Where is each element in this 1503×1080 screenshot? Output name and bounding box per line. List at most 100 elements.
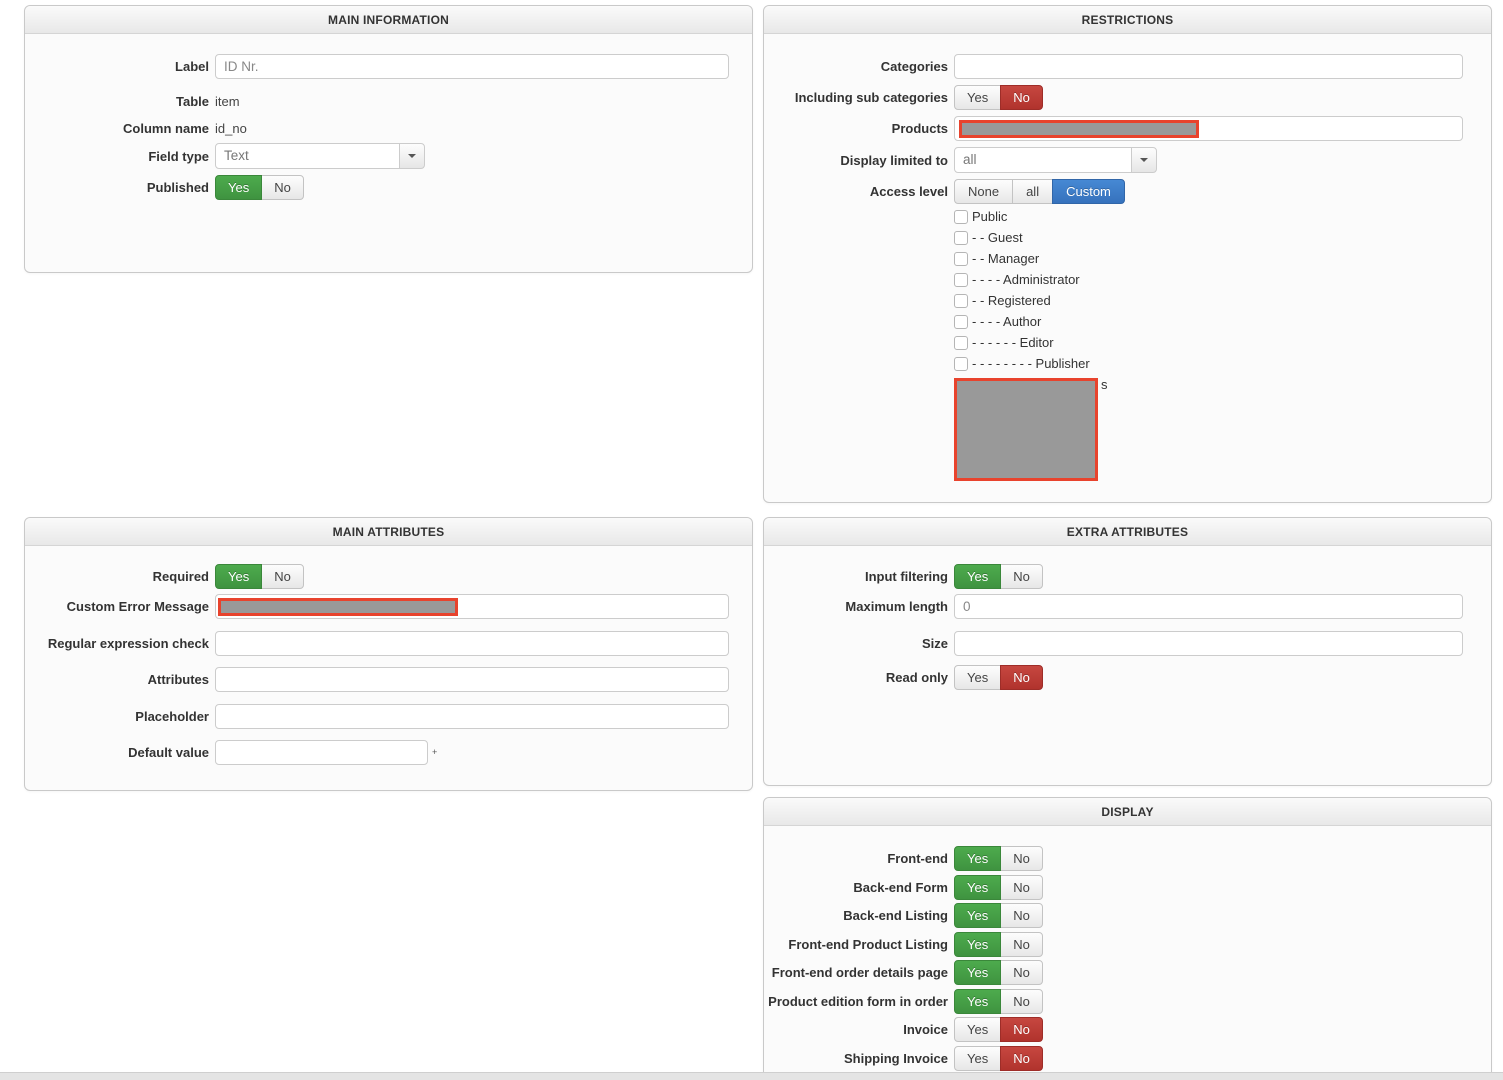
products-row: Products xyxy=(764,116,1491,141)
shipping-invoice-field-label: Shipping Invoice xyxy=(843,1050,948,1066)
products-input[interactable] xyxy=(954,116,1463,141)
maximum-length-row: Maximum length 0 xyxy=(764,594,1491,619)
front-end-product-listing-no-button[interactable]: No xyxy=(1000,931,1043,957)
display-panel: DISPLAY Front-end Yes No Back-end Form Y… xyxy=(763,797,1492,1080)
read-only-toggle: Yes No xyxy=(954,665,1043,690)
attributes-row: Attributes xyxy=(25,667,752,692)
checkbox[interactable] xyxy=(954,251,968,266)
restrictions-panel: RESTRICTIONS Categories Including sub ca… xyxy=(763,5,1492,503)
checkbox[interactable] xyxy=(954,293,968,308)
including-sub-categories-yes-button[interactable]: Yes xyxy=(954,85,1002,110)
access-level-option-editor[interactable]: - - - - - - Editor xyxy=(954,332,1491,353)
including-sub-categories-no-button[interactable]: No xyxy=(1000,85,1043,110)
checkbox[interactable] xyxy=(954,230,968,245)
display-limited-to-select: all xyxy=(954,147,1157,173)
access-level-option-publisher[interactable]: - - - - - - - - Publisher xyxy=(954,353,1491,374)
invoice-yes-button[interactable]: Yes xyxy=(954,1017,1002,1042)
maximum-length-input[interactable]: 0 xyxy=(954,594,1463,619)
front-end-no-button[interactable]: No xyxy=(1000,846,1043,871)
back-end-listing-row: Back-end Listing Yes No xyxy=(764,903,1491,928)
checkbox[interactable] xyxy=(954,314,968,329)
read-only-no-button[interactable]: No xyxy=(1000,665,1043,690)
access-level-none-button[interactable]: None xyxy=(954,179,1014,204)
default-value-input[interactable] xyxy=(215,740,428,765)
published-row: Published Yes No xyxy=(25,175,752,200)
front-end-product-listing-yes-button[interactable]: Yes xyxy=(954,931,1002,957)
label-row: Label ID Nr. xyxy=(25,54,752,79)
panel-title: RESTRICTIONS xyxy=(764,6,1491,34)
input-filtering-yes-button[interactable]: Yes xyxy=(954,564,1002,589)
invoice-no-button[interactable]: No xyxy=(1000,1017,1043,1042)
front-end-order-details-page-toggle: Yes No xyxy=(954,960,1043,985)
checkbox[interactable] xyxy=(954,335,968,350)
front-end-order-details-page-no-button[interactable]: No xyxy=(1000,960,1043,985)
read-only-field-label: Read only xyxy=(885,670,948,685)
access-level-field-label: Access level xyxy=(869,184,948,199)
categories-row: Categories xyxy=(764,54,1491,79)
shipping-invoice-yes-button[interactable]: Yes xyxy=(954,1045,1002,1071)
product-edition-form-in-order-no-button[interactable]: No xyxy=(1000,988,1043,1014)
attributes-field-label: Attributes xyxy=(147,672,209,687)
product-edition-form-in-order-field-label: Product edition form in order xyxy=(768,993,948,1009)
published-no-button[interactable]: No xyxy=(261,175,304,200)
including-sub-categories-row: Including sub categories Yes No xyxy=(764,85,1491,110)
including-sub-categories-toggle: Yes No xyxy=(954,85,1043,110)
access-level-custom-button[interactable]: Custom xyxy=(1052,179,1125,204)
size-input[interactable] xyxy=(954,631,1463,656)
field-type-row: Field type Text xyxy=(25,143,752,169)
access-level-option-guest[interactable]: - - Guest xyxy=(954,227,1491,248)
checkbox[interactable] xyxy=(954,209,968,224)
access-level-all-button[interactable]: all xyxy=(1012,179,1054,204)
input-filtering-row: Input filtering Yes No xyxy=(764,564,1491,589)
required-yes-button[interactable]: Yes xyxy=(215,564,263,589)
input-filtering-no-button[interactable]: No xyxy=(1000,564,1043,589)
published-yes-button[interactable]: Yes xyxy=(215,175,263,200)
checkbox[interactable] xyxy=(954,272,968,287)
column-name-value: id_no xyxy=(215,120,247,136)
access-level-row: Access level None all Custom xyxy=(764,179,1491,204)
back-end-listing-no-button[interactable]: No xyxy=(1000,903,1043,928)
shipping-invoice-no-button[interactable]: No xyxy=(1000,1045,1043,1071)
redacted-region xyxy=(954,378,1098,481)
access-level-option-manager[interactable]: - - Manager xyxy=(954,248,1491,269)
label-input[interactable]: ID Nr. xyxy=(215,54,729,79)
placeholder-input[interactable] xyxy=(215,704,729,729)
regular-expression-check-field-label: Regular expression check xyxy=(47,636,209,651)
back-end-form-yes-button[interactable]: Yes xyxy=(954,874,1002,900)
horizontal-scrollbar[interactable] xyxy=(0,1072,1503,1080)
back-end-form-no-button[interactable]: No xyxy=(1000,874,1043,900)
display-limited-to-select-value[interactable]: all xyxy=(954,147,1132,173)
panel-title: DISPLAY xyxy=(764,798,1491,826)
attributes-input[interactable] xyxy=(215,667,729,692)
display-limited-to-dropdown-button[interactable] xyxy=(1131,147,1157,173)
product-edition-form-in-order-row: Product edition form in order Yes No xyxy=(764,988,1491,1014)
back-end-listing-yes-button[interactable]: Yes xyxy=(954,903,1002,928)
field-type-select-value[interactable]: Text xyxy=(215,143,400,169)
read-only-row: Read only Yes No xyxy=(764,665,1491,690)
required-no-button[interactable]: No xyxy=(261,564,304,589)
regular-expression-check-input[interactable] xyxy=(215,631,729,656)
custom-error-message-input[interactable] xyxy=(215,594,729,619)
access-level-option-public[interactable]: Public xyxy=(954,206,1491,227)
column-name-field-label: Column name xyxy=(123,120,209,136)
access-level-option-administrator[interactable]: - - - - Administrator xyxy=(954,269,1491,290)
invoice-field-label: Invoice xyxy=(903,1022,948,1037)
access-level-option-author[interactable]: - - - - Author xyxy=(954,311,1491,332)
front-end-yes-button[interactable]: Yes xyxy=(954,846,1002,871)
front-end-order-details-page-yes-button[interactable]: Yes xyxy=(954,960,1002,985)
table-row: Table item xyxy=(25,92,752,110)
access-level-option-registered[interactable]: - - Registered xyxy=(954,290,1491,311)
display-body: Front-end Yes No Back-end Form Yes No Ba… xyxy=(764,826,1491,1071)
field-type-dropdown-button[interactable] xyxy=(399,143,425,169)
column-name-row: Column name id_no xyxy=(25,119,752,137)
main-attributes-panel: MAIN ATTRIBUTES Required Yes No Custom E… xyxy=(24,517,753,791)
product-edition-form-in-order-yes-button[interactable]: Yes xyxy=(954,988,1002,1014)
front-end-order-details-page-field-label: Front-end order details page xyxy=(771,965,948,980)
read-only-yes-button[interactable]: Yes xyxy=(954,665,1002,690)
panel-title: EXTRA ATTRIBUTES xyxy=(764,518,1491,546)
size-row: Size xyxy=(764,631,1491,656)
partially-hidden-label: s xyxy=(1101,377,1108,392)
categories-input[interactable] xyxy=(954,54,1463,79)
categories-field-label: Categories xyxy=(880,59,948,74)
checkbox[interactable] xyxy=(954,356,968,371)
